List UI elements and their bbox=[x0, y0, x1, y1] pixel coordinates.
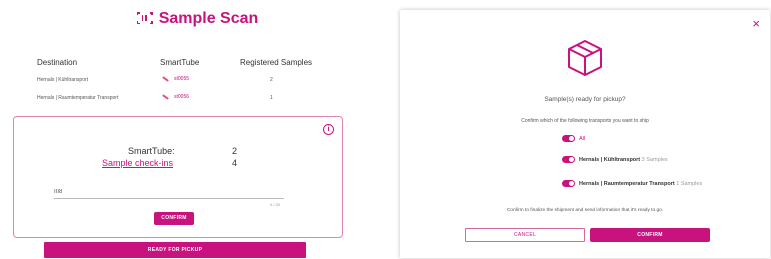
option-note: 3 Samples bbox=[641, 157, 668, 163]
toggle-all[interactable] bbox=[562, 135, 575, 142]
option-label-all: All bbox=[579, 136, 586, 142]
column-header-destination: Destination bbox=[37, 58, 78, 67]
column-header-registered-samples: Registered Samples bbox=[240, 58, 313, 67]
close-icon[interactable]: × bbox=[752, 16, 760, 31]
pickup-modal: × Sample(s) ready for pickup? Confirm wh… bbox=[400, 10, 770, 258]
confirm-button[interactable]: CONFIRM bbox=[590, 228, 710, 242]
smarttube-count: 2 bbox=[232, 146, 238, 156]
sample-checkins-link[interactable]: Sample check-ins bbox=[102, 158, 173, 168]
smarttube-link[interactable]: st0056 bbox=[174, 94, 189, 100]
page-title: Sample Scan bbox=[0, 10, 395, 28]
table-row-destination: Hernals | Raumtemperatur Transport bbox=[37, 95, 119, 101]
smarttube-link[interactable]: st0055 bbox=[174, 76, 189, 82]
table-row-destination: Hernals | Kühltransport bbox=[37, 77, 89, 83]
modal-footer-text: Confirm to finalize the shipment and sen… bbox=[506, 208, 664, 213]
toggle-kuehltransport[interactable] bbox=[562, 156, 575, 163]
info-icon[interactable]: i bbox=[323, 124, 334, 135]
confirm-button[interactable]: CONFIRM bbox=[154, 212, 194, 225]
table-row-tube[interactable]: st0056 bbox=[162, 94, 189, 100]
scan-input[interactable] bbox=[54, 185, 284, 199]
barcode-icon bbox=[136, 12, 153, 24]
cancel-button[interactable]: CANCEL bbox=[465, 228, 585, 242]
package-icon bbox=[568, 40, 602, 76]
table-row-count: 1 bbox=[270, 95, 273, 101]
test-tube-icon bbox=[162, 76, 170, 81]
smarttube-label: SmartTube: bbox=[128, 146, 175, 156]
option-label-raumtemperatur: Hernals | Raumtemperatur Transport 1 Sam… bbox=[579, 181, 703, 187]
table-row-count: 2 bbox=[270, 77, 273, 83]
table-row-tube[interactable]: st0055 bbox=[162, 76, 189, 82]
test-tube-icon bbox=[162, 94, 170, 99]
option-label-kuehltransport: Hernals | Kühltransport 3 Samples bbox=[579, 157, 668, 163]
option-note: 1 Samples bbox=[676, 181, 703, 187]
sample-checkins-count: 4 bbox=[232, 158, 238, 168]
input-counter: 0 / 30 bbox=[270, 202, 281, 207]
ready-for-pickup-button[interactable]: READY FOR PICKUP bbox=[44, 242, 306, 258]
column-header-smarttube: SmartTube bbox=[160, 58, 200, 67]
toggle-raumtemperatur[interactable] bbox=[562, 180, 575, 187]
modal-subtitle: Confirm which of the following transport… bbox=[521, 118, 649, 124]
sample-scan-panel: Sample Scan Destination SmartTube Regist… bbox=[0, 0, 395, 259]
modal-title: Sample(s) ready for pickup? bbox=[544, 96, 626, 103]
